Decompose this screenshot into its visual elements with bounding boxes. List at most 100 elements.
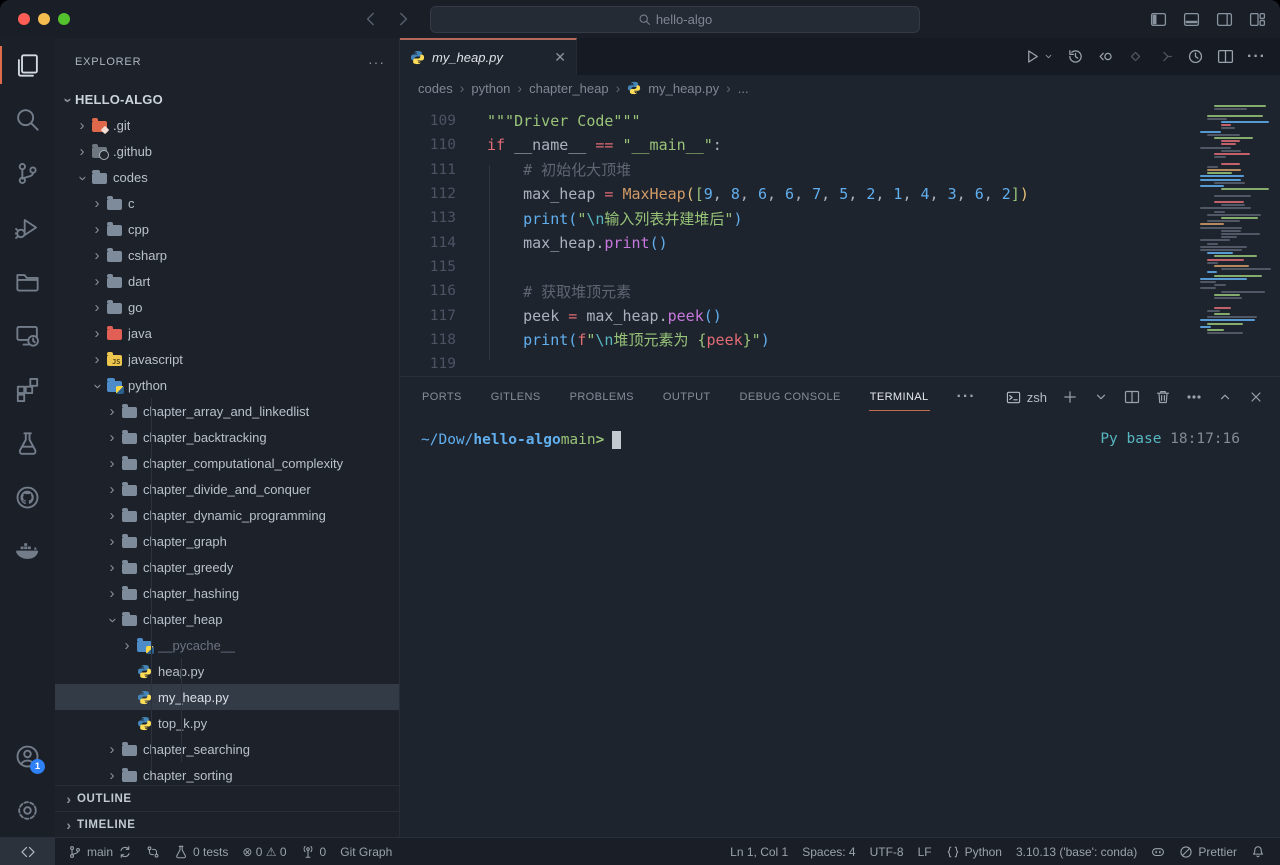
- tree-item-chapter_searching[interactable]: ›chapter_searching: [55, 736, 399, 762]
- activity-explorer[interactable]: [0, 38, 55, 92]
- remote-indicator[interactable]: [0, 838, 55, 865]
- tree-item-python[interactable]: ›python: [55, 372, 399, 398]
- panel-tab-debug-console[interactable]: DEBUG CONSOLE: [739, 387, 842, 407]
- previous-change-icon[interactable]: [1127, 48, 1144, 65]
- tree-item-HELLO-ALGO[interactable]: ›HELLO-ALGO: [55, 86, 399, 112]
- status-tests[interactable]: 0 tests: [167, 845, 235, 859]
- run-python-file-button[interactable]: [1024, 48, 1054, 65]
- activity-project-manager[interactable]: [0, 254, 55, 308]
- panel-tab-output[interactable]: OUTPUT: [662, 387, 712, 407]
- tree-item-chapter_backtracking[interactable]: ›chapter_backtracking: [55, 424, 399, 450]
- toggle-panel-icon[interactable]: [1183, 11, 1200, 28]
- shell-selector[interactable]: zsh: [1006, 390, 1047, 405]
- close-window-button[interactable]: [18, 13, 30, 25]
- breadcrumb-item[interactable]: ...: [738, 81, 749, 96]
- tree-item-c[interactable]: ›c: [55, 190, 399, 216]
- panel-tab-gitlens[interactable]: GITLENS: [490, 387, 542, 407]
- status-feedback[interactable]: 0: [294, 845, 334, 859]
- command-center-search[interactable]: hello-algo: [430, 6, 920, 33]
- status-notifications[interactable]: [1244, 845, 1272, 859]
- tree-item-chapter_hashing[interactable]: ›chapter_hashing: [55, 580, 399, 606]
- next-change-icon[interactable]: [1157, 48, 1174, 65]
- status-cursor-position[interactable]: Ln 1, Col 1: [723, 845, 795, 859]
- tree-item-my_heap.py[interactable]: my_heap.py: [55, 684, 399, 710]
- customize-layout-icon[interactable]: [1249, 11, 1266, 28]
- tab-my-heap-py[interactable]: my_heap.py ✕: [400, 38, 577, 75]
- terminal[interactable]: ~/Dow/hello-algo main > Py base 18:17:16: [400, 417, 1280, 837]
- panel-tab-ports[interactable]: PORTS: [421, 387, 463, 407]
- panel-more-tabs[interactable]: ···: [957, 388, 976, 406]
- outline-section[interactable]: › OUTLINE: [55, 785, 399, 811]
- panel-tab-terminal[interactable]: TERMINAL: [869, 387, 930, 407]
- breadcrumb-item[interactable]: my_heap.py: [648, 81, 719, 96]
- editor-more-actions[interactable]: ···: [1247, 48, 1266, 66]
- tree-item-dart[interactable]: ›dart: [55, 268, 399, 294]
- activity-extensions[interactable]: [0, 362, 55, 416]
- toggle-secondary-sidebar-icon[interactable]: [1216, 11, 1233, 28]
- open-changes-icon[interactable]: [1097, 48, 1114, 65]
- tree-item-cpp[interactable]: ›cpp: [55, 216, 399, 242]
- kill-terminal-button[interactable]: [1155, 389, 1171, 405]
- activity-source-control[interactable]: [0, 146, 55, 200]
- close-tab-icon[interactable]: ✕: [554, 49, 566, 66]
- activity-docker[interactable]: [0, 524, 55, 578]
- panel-more-actions[interactable]: [1186, 389, 1202, 405]
- tree-item-chapter_dynamic_programming[interactable]: ›chapter_dynamic_programming: [55, 502, 399, 528]
- forward-arrow-icon[interactable]: [394, 10, 412, 28]
- activity-github[interactable]: [0, 470, 55, 524]
- tree-item-.github[interactable]: ›.github: [55, 138, 399, 164]
- maximize-panel-button[interactable]: [1217, 389, 1233, 405]
- tree-item-heap.py[interactable]: heap.py: [55, 658, 399, 684]
- back-arrow-icon[interactable]: [362, 10, 380, 28]
- code-editor[interactable]: 109 """Driver Code""" 110 if __name__ ==…: [400, 101, 1280, 376]
- status-eol[interactable]: LF: [911, 845, 939, 859]
- activity-remote-explorer[interactable]: [0, 308, 55, 362]
- tree-item-chapter_divide_and_conquer[interactable]: ›chapter_divide_and_conquer: [55, 476, 399, 502]
- panel-tab-problems[interactable]: PROBLEMS: [569, 387, 635, 407]
- minimap[interactable]: [1196, 101, 1280, 376]
- status-branch[interactable]: main: [61, 845, 139, 859]
- run-dropdown-icon[interactable]: [1043, 51, 1054, 62]
- status-prettier[interactable]: Prettier: [1172, 845, 1244, 859]
- status-copilot[interactable]: [1144, 845, 1172, 859]
- tree-item-chapter_computational_complexity[interactable]: ›chapter_computational_complexity: [55, 450, 399, 476]
- timeline-section[interactable]: › TIMELINE: [55, 811, 399, 837]
- toggle-sidebar-icon[interactable]: [1150, 11, 1167, 28]
- explorer-more-actions[interactable]: ···: [368, 54, 385, 70]
- breadcrumb-item[interactable]: chapter_heap: [529, 81, 609, 96]
- tree-item-top_k.py[interactable]: top_k.py: [55, 710, 399, 736]
- tree-item-go[interactable]: ›go: [55, 294, 399, 320]
- tree-item-javascript[interactable]: ›javascript: [55, 346, 399, 372]
- split-editor-icon[interactable]: [1217, 48, 1234, 65]
- status-interpreter[interactable]: 3.10.13 ('base': conda): [1009, 845, 1144, 859]
- gitlens-file-history-icon[interactable]: [1187, 48, 1204, 65]
- activity-settings[interactable]: [0, 783, 55, 837]
- activity-accounts[interactable]: 1: [0, 729, 55, 783]
- activity-search[interactable]: [0, 92, 55, 146]
- tree-item-chapter_greedy[interactable]: ›chapter_greedy: [55, 554, 399, 580]
- tree-item-chapter_array_and_linkedlist[interactable]: ›chapter_array_and_linkedlist: [55, 398, 399, 424]
- tree-item-__pycache__[interactable]: ›__pycache__: [55, 632, 399, 658]
- close-panel-button[interactable]: [1248, 389, 1264, 405]
- activity-testing[interactable]: [0, 416, 55, 470]
- breadcrumb-item[interactable]: codes: [418, 81, 453, 96]
- status-git-compare[interactable]: [139, 845, 167, 859]
- status-problems[interactable]: ⊗ 0 ⚠ 0: [235, 845, 293, 859]
- status-encoding[interactable]: UTF-8: [863, 845, 911, 859]
- tree-item-csharp[interactable]: ›csharp: [55, 242, 399, 268]
- terminal-profile-dropdown[interactable]: [1093, 389, 1109, 405]
- tree-item-chapter_sorting[interactable]: ›chapter_sorting: [55, 762, 399, 785]
- status-git-graph[interactable]: Git Graph: [333, 845, 399, 859]
- new-terminal-button[interactable]: [1062, 389, 1078, 405]
- tree-item-codes[interactable]: ›codes: [55, 164, 399, 190]
- tree-item-java[interactable]: ›java: [55, 320, 399, 346]
- tree-item-chapter_heap[interactable]: ›chapter_heap: [55, 606, 399, 632]
- tree-item-.git[interactable]: ›.git: [55, 112, 399, 138]
- activity-run-debug[interactable]: [0, 200, 55, 254]
- breadcrumb-item[interactable]: python: [471, 81, 510, 96]
- zoom-window-button[interactable]: [58, 13, 70, 25]
- status-language[interactable]: Python: [939, 845, 1009, 859]
- minimize-window-button[interactable]: [38, 13, 50, 25]
- tree-item-chapter_graph[interactable]: ›chapter_graph: [55, 528, 399, 554]
- split-terminal-button[interactable]: [1124, 389, 1140, 405]
